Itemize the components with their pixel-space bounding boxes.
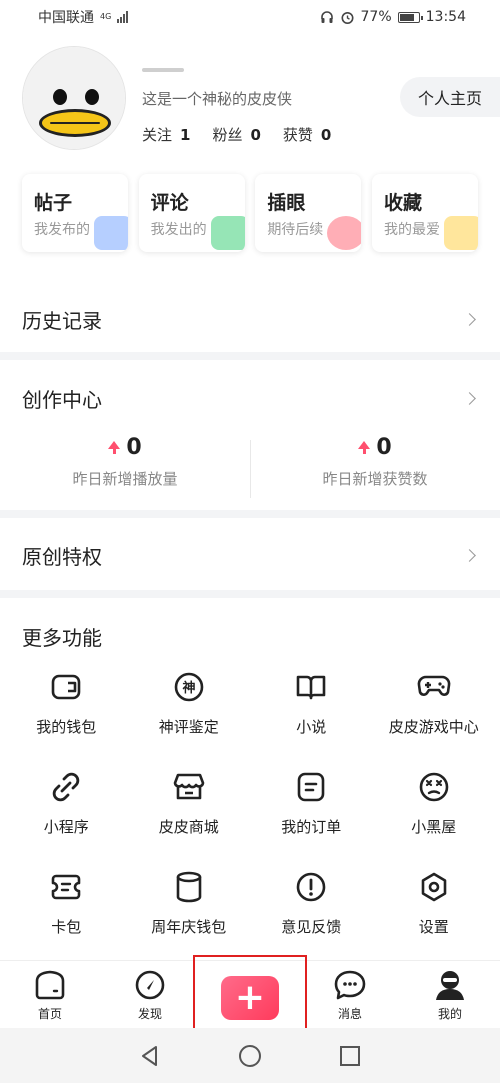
shen-badge-icon: 神 <box>174 672 204 702</box>
card-favorites[interactable]: 收藏 我的最爱 <box>371 174 478 252</box>
creator-center-title: 创作中心 <box>22 387 102 412</box>
tab-publish[interactable]: + <box>193 955 307 1041</box>
card-bookmarks[interactable]: 插眼 期待后续 <box>255 174 362 252</box>
profile-bio: 这是一个神秘的皮皮侠 <box>142 90 293 108</box>
arrow-up-icon <box>108 441 121 454</box>
home-icon <box>35 970 65 1000</box>
more-features-title: 更多功能 <box>22 626 102 650</box>
nickname-redacted <box>142 68 184 72</box>
posts-icon <box>94 216 128 250</box>
feature-novel[interactable]: 小说 <box>250 670 373 750</box>
feature-store[interactable]: 皮皮商城 <box>128 770 251 850</box>
wallet-icon <box>51 674 81 700</box>
features-grid: 我的钱包 神 神评鉴定 小说 皮皮游戏中心 小程序 皮皮商城 我的订单 小黑屋 … <box>5 670 495 950</box>
battery-percent: 77% <box>360 9 392 25</box>
feature-anniversary-wallet[interactable]: 周年庆钱包 <box>128 870 251 950</box>
chevron-right-icon <box>463 312 476 326</box>
card-pack-icon <box>51 874 81 900</box>
tab-messages[interactable]: 消息 <box>300 961 400 1028</box>
stat-new-likes[interactable]: 0 昨日新增获赞数 <box>250 430 500 500</box>
history-title: 历史记录 <box>22 308 102 333</box>
card-comments[interactable]: 评论 我发出的 <box>138 174 245 252</box>
divider <box>0 590 500 598</box>
link-icon <box>53 772 80 802</box>
recent-apps-icon[interactable] <box>338 1044 362 1068</box>
message-bubble-icon <box>334 970 366 1000</box>
settings-icon <box>421 872 447 902</box>
feature-settings[interactable]: 设置 <box>373 870 496 950</box>
creator-center-row[interactable]: 创作中心 <box>0 376 500 420</box>
feature-comment-appraisal[interactable]: 神 神评鉴定 <box>128 670 251 750</box>
feedback-icon <box>296 872 326 902</box>
signal-icon <box>117 11 129 23</box>
card-posts[interactable]: 帖子 我发布的 <box>22 174 128 252</box>
avatar[interactable] <box>22 46 126 150</box>
jar-icon <box>176 871 202 903</box>
stat-likes[interactable]: 获赞 0 <box>283 124 331 145</box>
comment-bubble-icon <box>210 216 245 250</box>
history-row[interactable]: 历史记录 <box>0 296 500 342</box>
original-privileges-title: 原创特权 <box>22 544 102 569</box>
tab-me[interactable]: 我的 <box>400 961 500 1028</box>
stat-followers[interactable]: 粉丝 0 <box>212 124 260 145</box>
battery-icon <box>397 11 423 23</box>
compass-icon <box>135 970 165 1000</box>
tab-home[interactable]: 首页 <box>0 961 100 1028</box>
carrier-name: 中国联通 <box>38 10 94 26</box>
dizzy-face-icon <box>419 772 449 802</box>
chevron-right-icon <box>463 391 476 405</box>
feature-wallet[interactable]: 我的钱包 <box>5 670 128 750</box>
alarm-icon <box>341 11 354 24</box>
ninja-avatar-icon <box>436 971 464 1000</box>
status-bar: 中国联通 4G 77% 13:54 <box>0 0 500 34</box>
arrow-up-icon <box>358 441 371 454</box>
bottom-tabbar: 首页 发现 + 消息 我的 <box>0 955 500 1041</box>
feature-orders[interactable]: 我的订单 <box>250 770 373 850</box>
publish-plus-button[interactable]: + <box>221 976 279 1020</box>
feature-blacklist[interactable]: 小黑屋 <box>373 770 496 850</box>
stat-new-plays[interactable]: 0 昨日新增播放量 <box>0 430 250 500</box>
profile-stats: 关注 1 粉丝 0 获赞 0 <box>142 124 331 145</box>
star-icon <box>443 216 478 250</box>
personal-homepage-button[interactable]: 个人主页 <box>400 77 500 117</box>
headphone-icon <box>320 11 333 23</box>
divider <box>250 440 251 498</box>
profile-header: 这是一个神秘的皮皮侠 关注 1 粉丝 0 获赞 0 个人主页 <box>0 44 500 164</box>
feature-feedback[interactable]: 意见反馈 <box>250 870 373 950</box>
system-navigation-bar <box>0 1028 500 1083</box>
svg-text:神: 神 <box>182 680 195 696</box>
clock-time: 13:54 <box>425 9 466 25</box>
stat-following[interactable]: 关注 1 <box>142 124 190 145</box>
back-icon[interactable] <box>138 1044 162 1068</box>
tab-discover[interactable]: 发现 <box>100 961 200 1028</box>
divider <box>0 352 500 360</box>
feature-card-pack[interactable]: 卡包 <box>5 870 128 950</box>
quick-cards: 帖子 我发布的 评论 我发出的 插眼 期待后续 收藏 我的最爱 <box>22 174 478 252</box>
eye-mark-icon <box>327 216 362 250</box>
chevron-right-icon <box>463 548 476 562</box>
home-circle-icon[interactable] <box>238 1044 262 1068</box>
feature-game-center[interactable]: 皮皮游戏中心 <box>373 670 496 750</box>
network-type: 4G <box>100 12 112 21</box>
original-privileges-row[interactable]: 原创特权 <box>0 532 500 578</box>
divider <box>0 510 500 518</box>
store-icon <box>173 773 205 800</box>
order-icon <box>297 772 325 802</box>
gamepad-icon <box>417 675 451 696</box>
book-icon <box>296 675 326 700</box>
feature-mini-program[interactable]: 小程序 <box>5 770 128 850</box>
